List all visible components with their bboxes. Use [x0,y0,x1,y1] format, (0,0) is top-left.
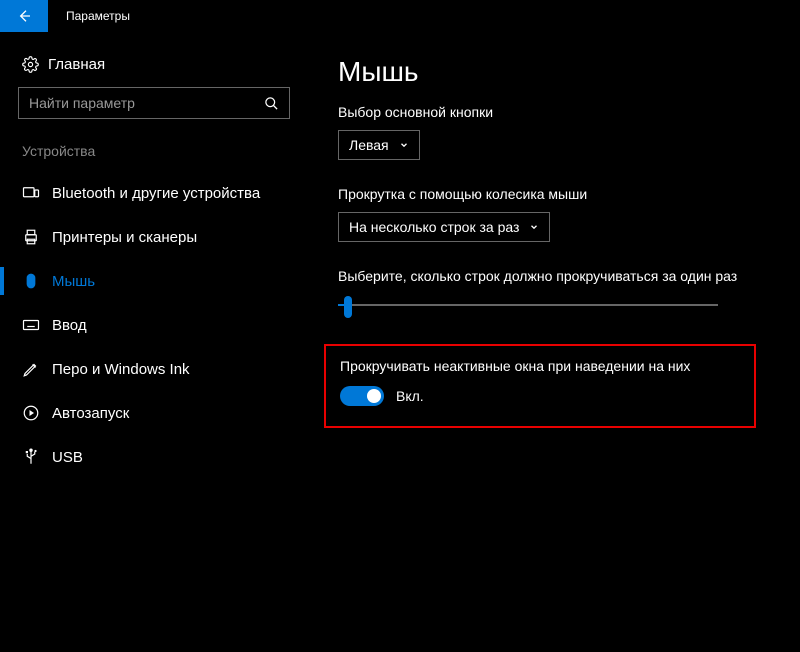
sidebar-item-typing[interactable]: Ввод [0,303,308,347]
slider-track [338,304,718,306]
slider-thumb[interactable] [344,296,352,318]
primary-button-dropdown[interactable]: Левая [338,130,420,160]
scroll-mode-label: Прокрутка с помощью колесика мыши [338,186,784,202]
page-title: Мышь [338,56,784,88]
highlight-box: Прокручивать неактивные окна при наведен… [324,344,756,428]
search-icon [264,96,279,111]
home-nav[interactable]: Главная [0,46,308,87]
home-label: Главная [48,56,105,73]
search-input[interactable] [29,95,264,111]
window-title: Параметры [66,9,130,23]
scroll-mode-dropdown[interactable]: На несколько строк за раз [338,212,550,242]
devices-icon [22,184,52,202]
toggle-state: Вкл. [396,388,424,404]
sidebar-item-label: Принтеры и сканеры [52,229,197,246]
chevron-down-icon [529,222,539,232]
main-content: Мышь Выбор основной кнопки Левая Прокрут… [308,32,800,652]
sidebar-item-label: Перо и Windows Ink [52,361,190,378]
chevron-down-icon [399,140,409,150]
sidebar-item-label: Bluetooth и другие устройства [52,185,260,202]
sidebar-item-bluetooth[interactable]: Bluetooth и другие устройства [0,171,308,215]
sidebar-item-label: Мышь [52,273,95,290]
sidebar-item-pen[interactable]: Перо и Windows Ink [0,347,308,391]
sidebar-item-label: Автозапуск [52,405,129,422]
inactive-scroll-label: Прокручивать неактивные окна при наведен… [340,358,740,374]
dropdown-value: На несколько строк за раз [349,219,519,235]
lines-slider[interactable] [338,294,718,318]
sidebar-item-label: Ввод [52,317,87,334]
mouse-icon [22,272,52,290]
keyboard-icon [22,316,52,334]
usb-icon [22,448,52,466]
arrow-left-icon [16,8,32,24]
sidebar-item-autoplay[interactable]: Автозапуск [0,391,308,435]
sidebar-item-printers[interactable]: Принтеры и сканеры [0,215,308,259]
dropdown-value: Левая [349,137,389,153]
sidebar: Главная Устройства Bluetooth и другие ус… [0,32,308,652]
search-box[interactable] [18,87,290,119]
gear-icon [22,56,48,73]
back-button[interactable] [0,0,48,32]
inactive-scroll-toggle[interactable] [340,386,384,406]
pen-icon [22,360,52,378]
section-heading: Устройства [0,137,308,171]
sidebar-item-mouse[interactable]: Мышь [0,259,308,303]
sidebar-item-usb[interactable]: USB [0,435,308,479]
sidebar-item-label: USB [52,449,83,466]
autoplay-icon [22,404,52,422]
printer-icon [22,228,52,246]
primary-button-label: Выбор основной кнопки [338,104,784,120]
lines-label: Выберите, сколько строк должно прокручив… [338,268,784,284]
